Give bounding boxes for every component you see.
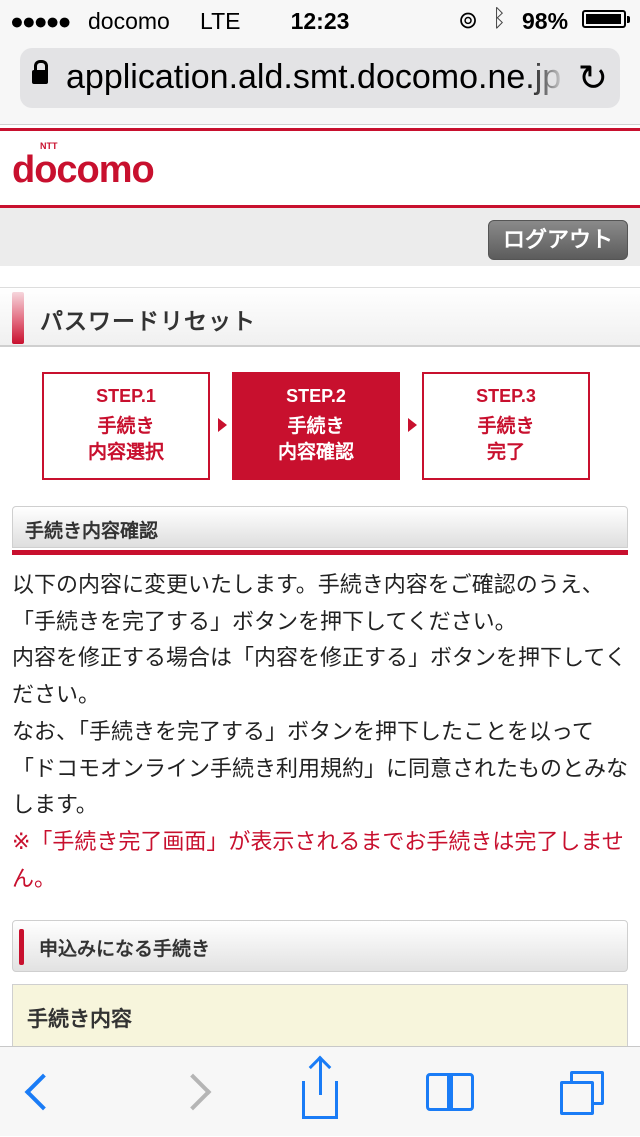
step-number: STEP.2 xyxy=(286,386,346,406)
docomo-logo[interactable]: NTT docomo xyxy=(12,141,155,192)
forward-button[interactable] xyxy=(160,1047,240,1137)
rotation-lock-icon: ⊚ xyxy=(458,7,479,34)
share-icon xyxy=(302,1059,338,1119)
back-icon xyxy=(24,1073,62,1111)
battery-fill xyxy=(586,14,622,24)
reload-icon[interactable]: ↻ xyxy=(578,58,608,99)
section-header: 手続き内容確認 xyxy=(12,506,628,548)
section-title: 手続き内容確認 xyxy=(25,520,159,542)
step-1: STEP.1 手続き 内容選択 xyxy=(42,372,210,480)
battery-percent: 98% xyxy=(522,8,569,34)
tabs-icon xyxy=(558,1071,606,1119)
step-number: STEP.3 xyxy=(476,386,536,406)
address-bar[interactable]: application.ald.smt.docomo.ne.jp ↻ xyxy=(20,48,620,108)
site-header: NTT docomo xyxy=(0,128,640,208)
bookmarks-icon xyxy=(426,1073,476,1113)
section-divider xyxy=(12,550,628,555)
back-button[interactable] xyxy=(0,1047,80,1137)
url-text[interactable]: application.ald.smt.docomo.ne.jp xyxy=(66,58,566,97)
notice-text: ※「手続き完了画面」が表示されるまでお手続きは完了しません。 xyxy=(12,829,624,892)
step-label: 手続き 完了 xyxy=(477,415,535,463)
url-fade xyxy=(526,48,566,108)
bookmarks-button[interactable] xyxy=(412,1047,492,1137)
instruction-paragraph: 内容を修正する場合は「内容を修正する」ボタンを押下してください。 xyxy=(12,646,627,709)
instruction-paragraph: 以下の内容に変更いたします。手続き内容をご確認のうえ、「手続きを完了する」ボタン… xyxy=(12,573,604,635)
share-button[interactable] xyxy=(280,1047,360,1137)
forward-icon xyxy=(174,1073,212,1111)
battery-icon xyxy=(582,10,630,28)
step-2: STEP.2 手続き 内容確認 xyxy=(232,372,400,480)
browser-toolbar xyxy=(0,1046,640,1136)
status-bar: ●●●●● docomo LTE 12:23 ⊚ ᛒ 98% xyxy=(0,0,640,40)
logo-text: docomo xyxy=(12,149,155,191)
step-arrow-icon xyxy=(218,418,227,432)
step-number: STEP.1 xyxy=(96,386,156,406)
lock-icon xyxy=(32,60,48,86)
title-marker xyxy=(12,292,24,344)
instructions: 以下の内容に変更いたします。手続き内容をご確認のうえ、「手続きを完了する」ボタン… xyxy=(12,568,630,898)
bluetooth-icon: ᛒ xyxy=(492,5,507,32)
step-label: 手続き 内容確認 xyxy=(277,415,354,463)
page-title: パスワードリセット xyxy=(40,309,256,335)
tabs-button[interactable] xyxy=(540,1047,620,1137)
subsection-header: 申込みになる手続き xyxy=(12,920,628,972)
step-label: 手続き 内容選択 xyxy=(87,415,164,463)
browser-chrome: application.ald.smt.docomo.ne.jp ↻ xyxy=(0,40,640,125)
instruction-paragraph: なお、「手続きを完了する」ボタンを押下したことを以って「ドコモオンライン手続き利… xyxy=(12,719,629,819)
logout-strip: ログアウト xyxy=(0,208,640,266)
step-arrow-icon xyxy=(408,418,417,432)
logo-ntt: NTT xyxy=(40,141,58,151)
subsection-marker xyxy=(19,929,24,965)
step-3: STEP.3 手続き 完了 xyxy=(422,372,590,480)
logout-button[interactable]: ログアウト xyxy=(488,220,628,260)
procedure-content-label: 手続き内容 xyxy=(27,1007,132,1031)
page-title-bar: パスワードリセット xyxy=(0,287,640,347)
subsection-title: 申込みになる手続き xyxy=(39,938,211,960)
